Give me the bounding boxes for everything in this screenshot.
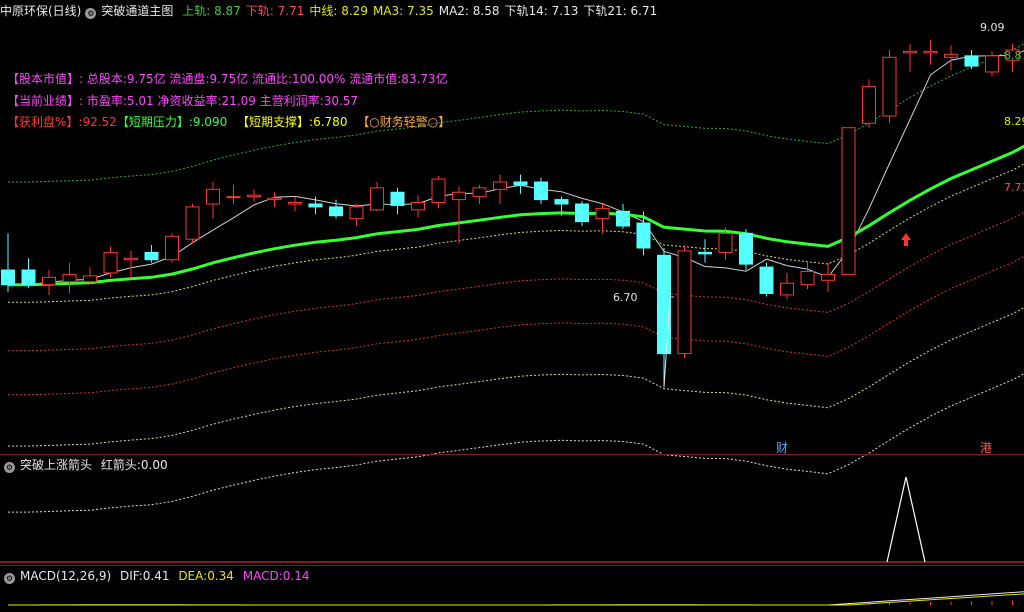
candle-body [390, 191, 405, 206]
lower-band-label: 7.71 [1004, 181, 1024, 194]
candle-body [62, 273, 77, 283]
candle-body [698, 251, 712, 255]
low-price-label: 6.70 [613, 291, 638, 304]
dea-label: DEA: [178, 569, 208, 583]
lower-channel-21-line [8, 307, 1024, 447]
candle-body [267, 197, 282, 201]
candle-body [780, 282, 794, 296]
candle-body [144, 251, 159, 261]
upper-band-label: 8.87 [1004, 49, 1024, 62]
dea-value: 0.34 [207, 569, 234, 583]
candle-body [739, 232, 753, 265]
candle-body [431, 178, 446, 204]
macd-plot [8, 591, 1024, 606]
sub1-value: 0.00 [140, 458, 168, 472]
sub1-indicator-name[interactable]: 突破上涨箭头 [20, 458, 92, 472]
candle-body [472, 187, 487, 198]
candle-body [411, 202, 425, 211]
macd-indicator-name[interactable]: MACD(12,26,9) [20, 569, 111, 583]
arrow-spike [886, 476, 926, 563]
candle-body [882, 56, 897, 117]
candle-body [185, 206, 200, 240]
candle-body [759, 266, 774, 294]
sub2-panel-header: ⚙ MACD(12,26,9) DIF:0.41 DEA:0.34 MACD:0.… [0, 567, 314, 585]
sub1-value-label: 红箭头: [100, 458, 141, 472]
lower-channel-line [8, 211, 1024, 352]
candle-body [718, 232, 733, 253]
hk-marker[interactable]: 港 [980, 441, 992, 455]
candle-body [554, 199, 569, 205]
candle-body [923, 50, 938, 54]
candle-body [226, 196, 241, 199]
candle-body [862, 86, 876, 124]
sub1-panel-header: ⚙ 突破上涨箭头 红箭头:0.00 [0, 456, 173, 474]
divider-main-sub1 [0, 454, 1024, 455]
lower-channel-28-line [8, 373, 1024, 513]
finance-marker[interactable]: 财 [776, 441, 788, 455]
candle-body [800, 270, 815, 286]
candle-body [452, 191, 466, 201]
settings-icon[interactable]: ⚙ [4, 573, 15, 584]
candle-body [985, 55, 999, 73]
macd-value: 0.14 [282, 569, 310, 583]
candle-body [964, 55, 979, 67]
candle-body [42, 276, 56, 286]
kline-chart[interactable]: 9.09 6.70 8.87 8.29 7.71 财 港 [0, 0, 1024, 612]
candle-body [288, 202, 302, 205]
candle-body [534, 181, 548, 201]
candle-body [103, 251, 118, 274]
high-price-label: 9.09 [980, 21, 1005, 34]
candle-body [575, 203, 589, 223]
candle-body [513, 181, 528, 186]
candle-body [83, 275, 97, 283]
dif-label: DIF: [119, 569, 143, 583]
candle-body [1, 269, 15, 286]
dea-line [8, 593, 1024, 606]
candle-body [206, 188, 220, 205]
candle-body [370, 187, 384, 211]
candle-body [493, 181, 507, 190]
settings-icon[interactable]: ⚙ [4, 462, 15, 473]
candle-body [677, 250, 692, 355]
candle-body [841, 127, 856, 275]
arrow-indicator-plot [0, 476, 1024, 563]
candle-body [821, 273, 835, 281]
candle-body [329, 206, 343, 217]
dif-line [8, 591, 1024, 606]
candle-body [595, 207, 610, 220]
lower-channel-14-line [8, 255, 1024, 396]
dif-value: 0.41 [142, 569, 170, 583]
candle-body [349, 206, 364, 220]
candle-body [903, 50, 917, 54]
candlesticks [1, 39, 1020, 388]
candle-body [657, 254, 671, 355]
candle-body [247, 194, 261, 198]
candle-body [21, 269, 36, 286]
candle-body [165, 235, 179, 261]
middle-channel-line [8, 163, 1024, 303]
candle-body [944, 53, 958, 58]
candle-body [124, 257, 138, 261]
candle-body [308, 203, 323, 208]
mid-band-label: 8.29 [1004, 115, 1024, 128]
macd-label: MACD: [242, 569, 283, 583]
red-arrow-icon [901, 233, 911, 246]
candle-body [636, 222, 651, 249]
divider-sub1-sub2 [0, 565, 1024, 566]
ma-short-line [8, 50, 1024, 286]
candle-body [616, 210, 630, 227]
